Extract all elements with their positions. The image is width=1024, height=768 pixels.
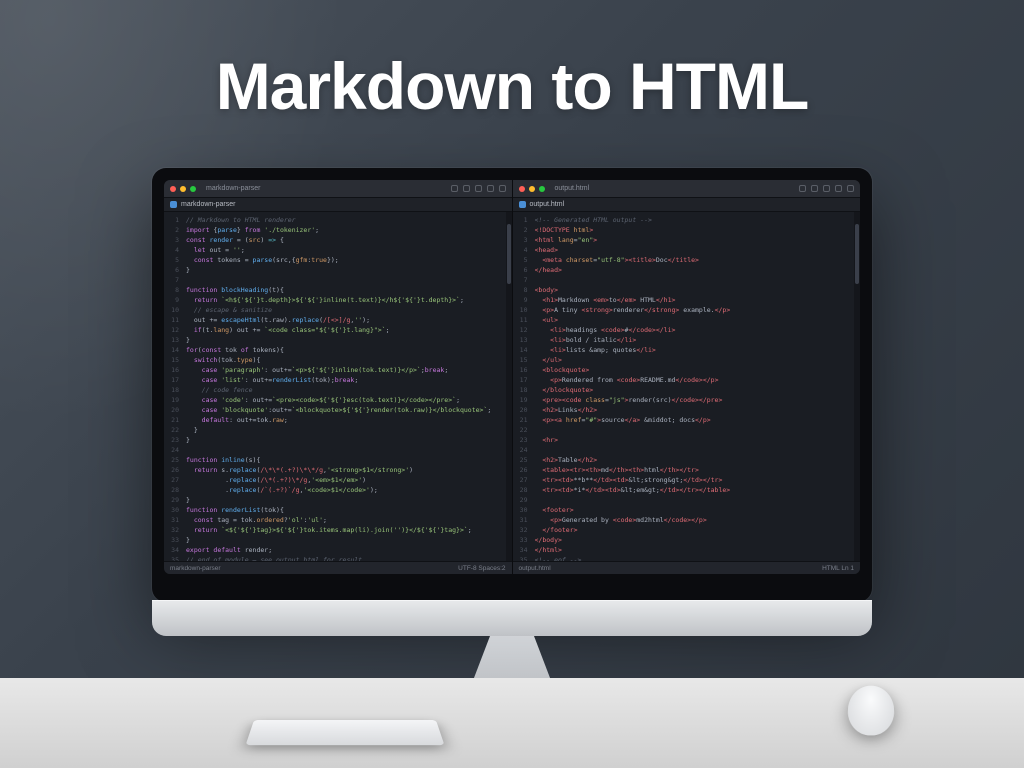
titlebar-label: markdown-parser xyxy=(206,185,260,192)
minimize-icon[interactable] xyxy=(529,186,535,192)
editor-pane-right: output.html output.html 1234567891011121… xyxy=(513,180,861,574)
code-area-right[interactable]: 1234567891011121314151617181920212223242… xyxy=(513,212,861,561)
titlebar-label: output.html xyxy=(555,185,590,192)
close-icon[interactable] xyxy=(519,186,525,192)
toolbar-icon[interactable] xyxy=(475,185,482,192)
tab-bar-left[interactable]: markdown-parser xyxy=(164,198,512,212)
screen: markdown-parser markdown-parser 12345678… xyxy=(164,180,860,574)
status-left: output.html xyxy=(519,565,551,572)
scrollbar[interactable] xyxy=(854,212,860,561)
line-gutter: 1234567891011121314151617181920212223242… xyxy=(164,212,182,561)
close-icon[interactable] xyxy=(170,186,176,192)
maximize-icon[interactable] xyxy=(539,186,545,192)
toolbar-icon[interactable] xyxy=(487,185,494,192)
status-bar-right: output.html HTML Ln 1 xyxy=(513,561,861,574)
toolbar-icon[interactable] xyxy=(799,185,806,192)
scrollbar[interactable] xyxy=(506,212,512,561)
status-bar-left: markdown-parser UTF-8 Spaces:2 xyxy=(164,561,512,574)
code-area-left[interactable]: 1234567891011121314151617181920212223242… xyxy=(164,212,512,561)
line-gutter: 1234567891011121314151617181920212223242… xyxy=(513,212,531,561)
toolbar-icon[interactable] xyxy=(847,185,854,192)
status-right: UTF-8 Spaces:2 xyxy=(458,565,505,572)
status-right: HTML Ln 1 xyxy=(822,565,854,572)
toolbar-icon[interactable] xyxy=(823,185,830,192)
code-content[interactable]: <!-- Generated HTML output --><!DOCTYPE … xyxy=(531,212,855,561)
toolbar-icon[interactable] xyxy=(499,185,506,192)
window-titlebar-right[interactable]: output.html xyxy=(513,180,861,198)
monitor-chin xyxy=(152,600,872,636)
toolbar-icon[interactable] xyxy=(463,185,470,192)
file-icon xyxy=(519,201,526,208)
tab-bar-right[interactable]: output.html xyxy=(513,198,861,212)
tab-label[interactable]: markdown-parser xyxy=(181,201,235,208)
editor-pane-left: markdown-parser markdown-parser 12345678… xyxy=(164,180,513,574)
file-icon xyxy=(170,201,177,208)
window-titlebar-left[interactable]: markdown-parser xyxy=(164,180,512,198)
code-content[interactable]: // Markdown to HTML rendererimport {pars… xyxy=(182,212,506,561)
monitor: markdown-parser markdown-parser 12345678… xyxy=(152,168,872,714)
toolbar-icon[interactable] xyxy=(451,185,458,192)
maximize-icon[interactable] xyxy=(190,186,196,192)
hero-title: Markdown to HTML xyxy=(0,48,1024,124)
toolbar-icon[interactable] xyxy=(835,185,842,192)
minimize-icon[interactable] xyxy=(180,186,186,192)
screen-bezel: markdown-parser markdown-parser 12345678… xyxy=(152,168,872,602)
keyboard xyxy=(246,720,445,745)
tab-label[interactable]: output.html xyxy=(530,201,565,208)
status-left: markdown-parser xyxy=(170,565,221,572)
toolbar-icon[interactable] xyxy=(811,185,818,192)
